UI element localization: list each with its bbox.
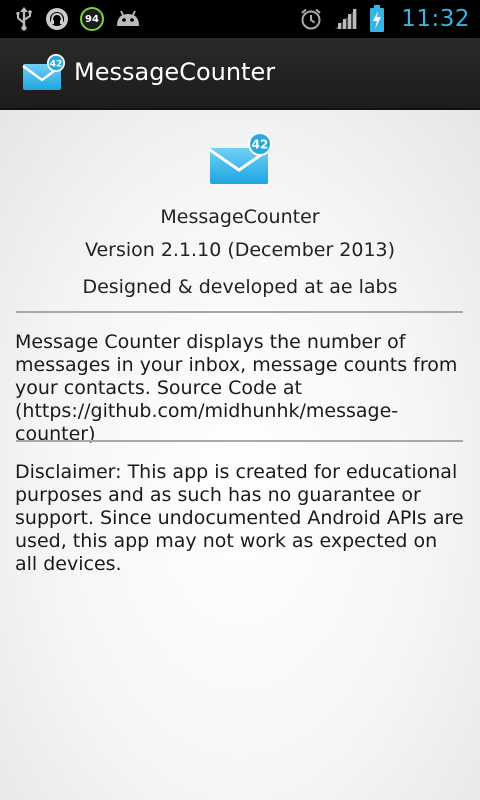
action-bar-title: MessageCounter <box>74 58 276 86</box>
android-icon <box>114 8 142 30</box>
battery-monitor-icon: 94 <box>80 7 104 31</box>
status-bar: 94 11:32 <box>0 0 480 38</box>
description-text: Message Counter displays the number of m… <box>15 331 458 445</box>
app-logo-icon: 42 <box>208 132 274 186</box>
badge-count-large: 42 <box>252 138 269 152</box>
app-name: MessageCounter <box>160 206 320 228</box>
about-content: 42 MessageCounter Version 2.1.10 (Decemb… <box>0 110 480 800</box>
headphones-icon <box>44 6 70 32</box>
app-envelope-icon[interactable]: 42 <box>22 54 66 92</box>
action-bar: 42 MessageCounter <box>0 38 480 110</box>
alarm-icon <box>299 7 323 31</box>
status-clock: 11:32 <box>401 6 470 32</box>
signal-icon <box>333 7 359 31</box>
credit-text: Designed & developed at ae labs <box>82 276 398 298</box>
version-text: Version 2.1.10 (December 2013) <box>84 239 396 261</box>
badge-count-small: 42 <box>50 59 63 69</box>
divider-2 <box>16 440 463 442</box>
battery-charging-icon <box>369 5 385 33</box>
divider-1 <box>16 311 463 313</box>
usb-icon <box>14 7 34 31</box>
disclaimer-text: Disclaimer: This app is created for educ… <box>15 461 464 575</box>
